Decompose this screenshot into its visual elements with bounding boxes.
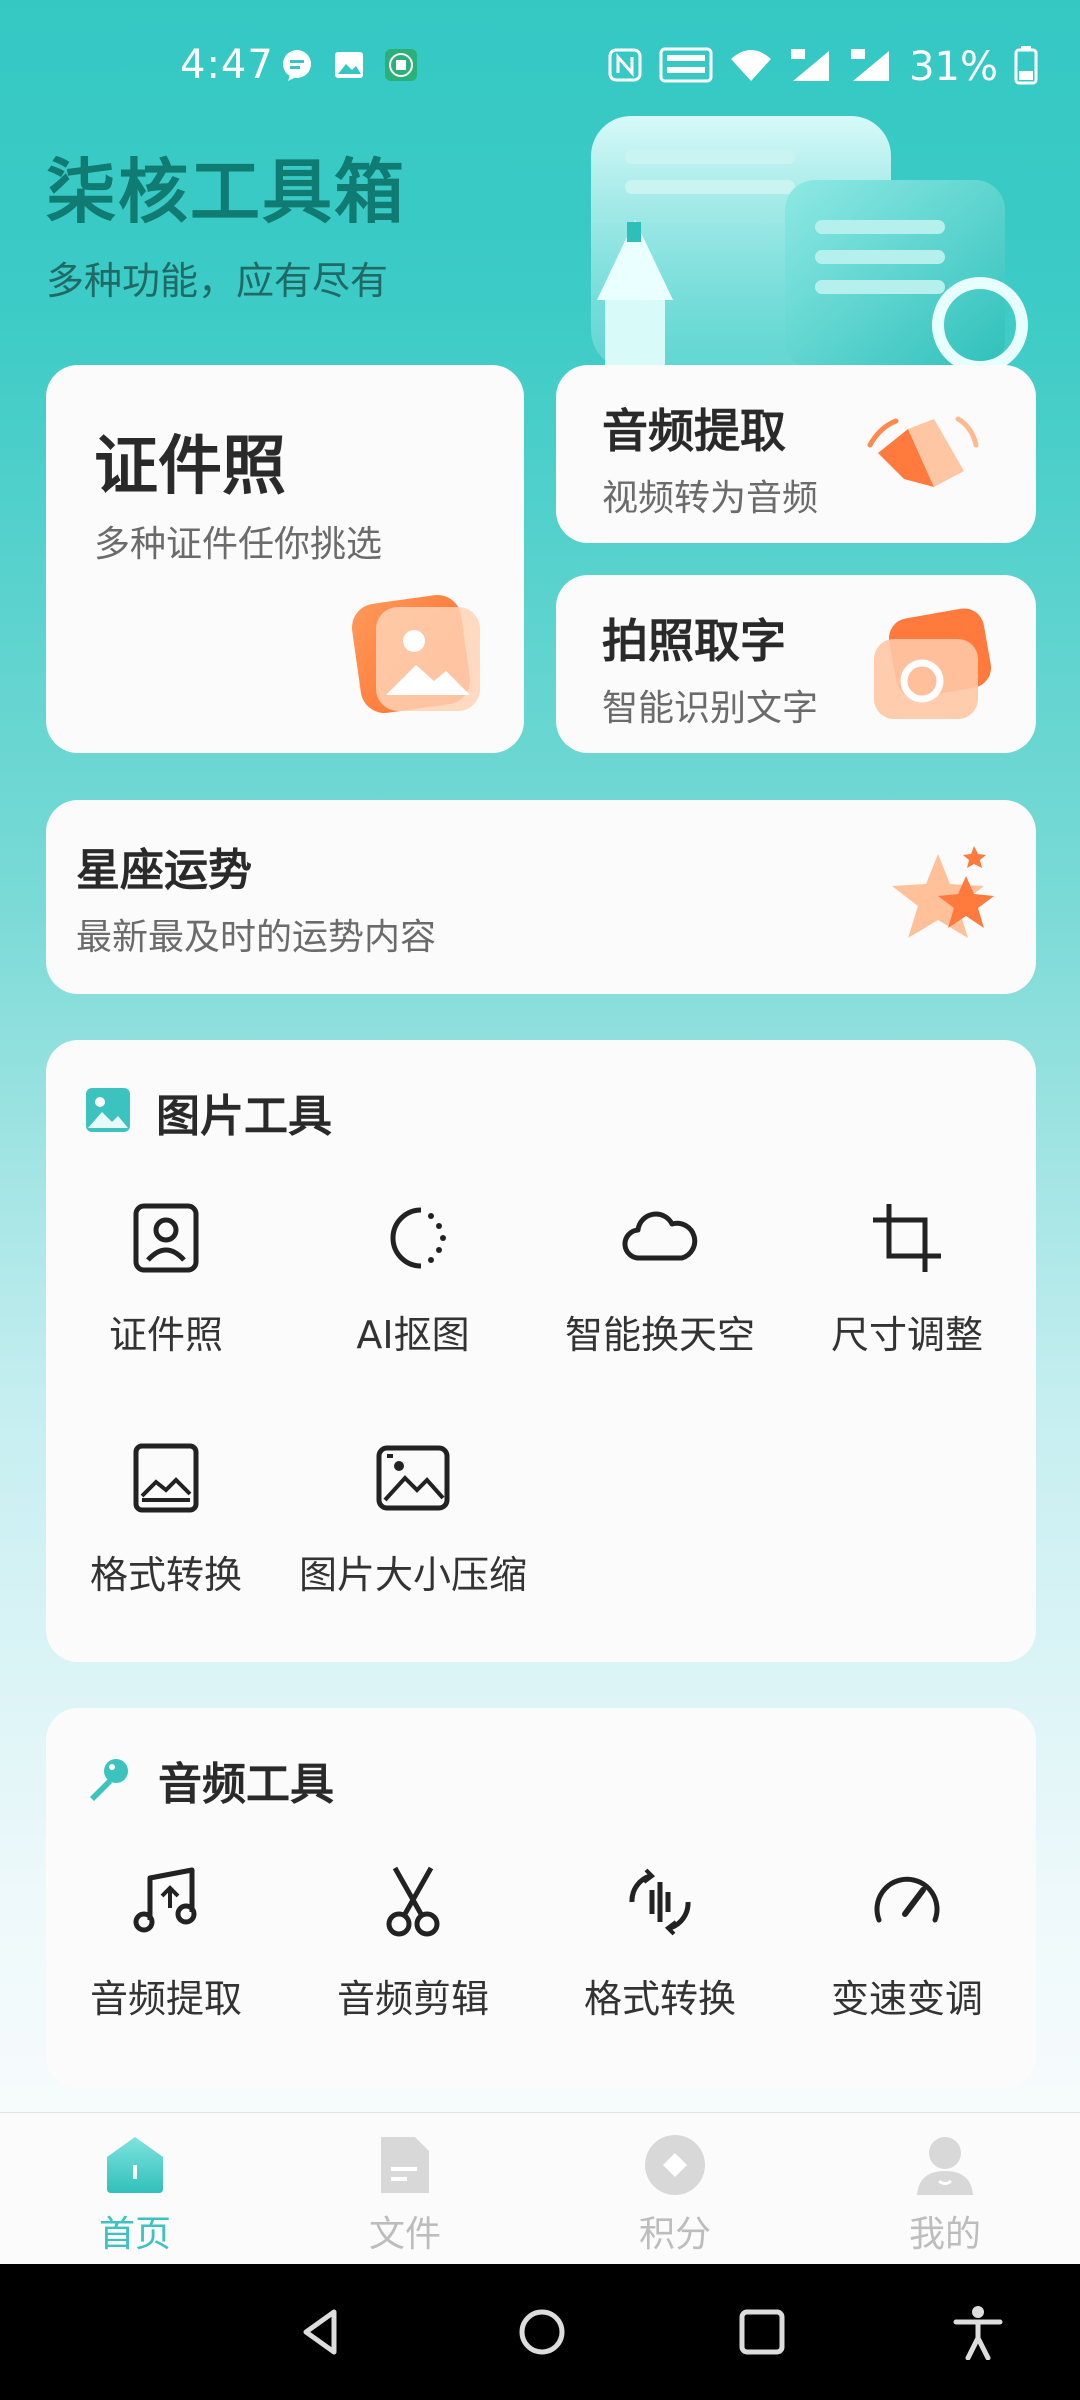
4g-signal-icon	[849, 47, 893, 87]
audio-convert-icon	[620, 1862, 700, 1942]
microphone-icon	[84, 1753, 134, 1807]
horoscope-subtitle: 最新最及时的运势内容	[76, 917, 437, 958]
ai-cutout-icon	[373, 1198, 453, 1278]
id-photo-title: 证件照	[94, 430, 286, 504]
tab-label: 积分	[638, 2214, 711, 2255]
volte-icon	[659, 47, 713, 87]
tool-label: 变速变调	[830, 1977, 983, 2021]
tab-label: 我的	[908, 2214, 981, 2255]
ting-app-icon	[384, 48, 418, 82]
tool-label: 智能换天空	[564, 1313, 755, 1357]
home-icon	[103, 2133, 167, 2197]
crop-icon	[867, 1198, 947, 1278]
photo-ocr-card[interactable]: 拍照取字 智能识别文字	[556, 575, 1036, 753]
tool-speed-pitch[interactable]: 变速变调	[787, 1862, 1027, 2023]
audio-extract-subtitle: 视频转为音频	[602, 478, 819, 519]
image-notification-icon	[332, 48, 366, 82]
id-photo-subtitle: 多种证件任你挑选	[94, 524, 383, 565]
id-photo-card[interactable]: 证件照 多种证件任你挑选	[46, 365, 524, 753]
tool-audio-format[interactable]: 格式转换	[540, 1862, 780, 2023]
tool-label: 尺寸调整	[830, 1313, 983, 1357]
tool-sky-replace[interactable]: 智能换天空	[540, 1198, 780, 1359]
tab-profile[interactable]: 我的	[860, 2133, 1030, 2257]
tool-audio-cut[interactable]: 音频剪辑	[293, 1862, 533, 2023]
horoscope-title: 星座运势	[76, 845, 252, 896]
4g-signal-icon	[789, 47, 833, 87]
status-time: 4:47	[180, 42, 274, 88]
hero-illustration	[585, 110, 1035, 373]
scissors-icon	[373, 1862, 453, 1942]
image-compress-icon	[373, 1438, 453, 1518]
speaker-icon	[864, 405, 984, 509]
home-circle-icon[interactable]	[514, 2304, 570, 2360]
tool-resize[interactable]: 尺寸调整	[787, 1198, 1027, 1359]
nfc-icon	[607, 47, 643, 87]
audio-tools-section: 音频工具 音频提取 音频剪辑 格式转换 变速变调	[46, 1708, 1036, 2088]
wifi-icon	[729, 47, 773, 87]
bottom-tab-bar: 首页 文件 积分 我的	[0, 2112, 1080, 2265]
accessibility-icon[interactable]	[950, 2304, 1006, 2361]
tab-home[interactable]: 首页	[50, 2133, 220, 2257]
tab-label: 首页	[98, 2214, 171, 2255]
audio-extract-title: 音频提取	[602, 404, 786, 458]
photo-ocr-subtitle: 智能识别文字	[602, 688, 819, 729]
tool-label: 格式转换	[583, 1977, 736, 2021]
tool-label: 证件照	[108, 1313, 223, 1357]
tab-files[interactable]: 文件	[320, 2133, 490, 2257]
file-icon	[373, 2133, 437, 2197]
tool-image-compress[interactable]: 图片大小压缩	[293, 1438, 533, 1599]
tab-points[interactable]: 积分	[590, 2133, 760, 2257]
speedometer-icon	[867, 1862, 947, 1942]
music-note-icon	[126, 1862, 206, 1942]
horoscope-card[interactable]: 星座运势 最新最及时的运势内容	[46, 800, 1036, 994]
audio-tools-title: 音频工具	[158, 1759, 334, 1810]
chat-bubble-icon	[280, 48, 314, 82]
picture-icon	[84, 1086, 132, 1138]
audio-extract-card[interactable]: 音频提取 视频转为音频	[556, 365, 1036, 543]
image-tools-title: 图片工具	[156, 1091, 332, 1142]
points-icon	[643, 2133, 707, 2197]
battery-icon	[1014, 45, 1038, 89]
tool-label: 音频提取	[89, 1977, 242, 2021]
tab-label: 文件	[368, 2214, 441, 2255]
tool-audio-extract[interactable]: 音频提取	[46, 1862, 286, 2023]
battery-percent: 31%	[909, 44, 998, 90]
app-title: 柒核工具箱	[46, 151, 406, 233]
camera-icon	[866, 603, 996, 727]
star-icon	[888, 840, 1008, 954]
image-tools-section: 图片工具 证件照 AI抠图 智能换天空 尺寸调整 格式转换 图片大小压缩	[46, 1040, 1036, 1662]
tool-label: 图片大小压缩	[298, 1553, 527, 1597]
app-subtitle: 多种功能，应有尽有	[46, 259, 389, 303]
image-format-icon	[126, 1438, 206, 1518]
id-portrait-icon	[126, 1198, 206, 1278]
tool-label: 格式转换	[89, 1553, 242, 1597]
tool-image-format[interactable]: 格式转换	[46, 1438, 286, 1599]
recents-icon[interactable]	[734, 2304, 790, 2360]
back-icon[interactable]	[294, 2304, 350, 2360]
user-icon	[913, 2133, 977, 2197]
tool-label: 音频剪辑	[336, 1977, 489, 2021]
photo-icon	[346, 587, 486, 721]
photo-ocr-title: 拍照取字	[602, 614, 786, 668]
tool-id-photo[interactable]: 证件照	[46, 1198, 286, 1359]
cloud-icon	[620, 1198, 700, 1278]
tool-ai-cutout[interactable]: AI抠图	[293, 1198, 533, 1359]
system-nav-bar	[0, 2264, 1080, 2400]
tool-label: AI抠图	[356, 1313, 470, 1357]
